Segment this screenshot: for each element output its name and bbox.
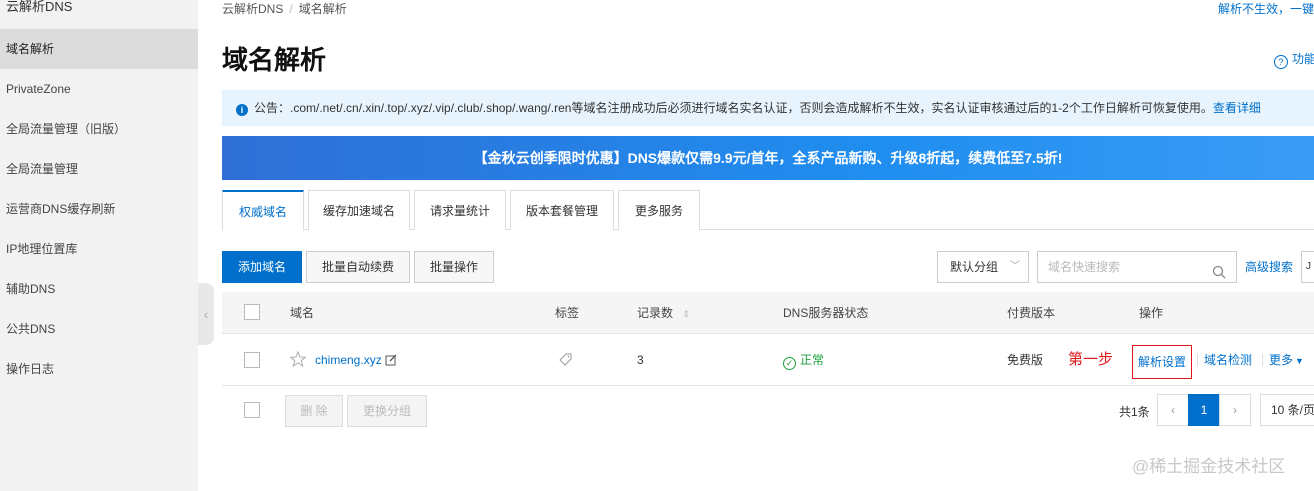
change-group-button[interactable]: 更换分组 <box>347 395 427 427</box>
sidebar-item-gtm[interactable]: 全局流量管理 <box>0 149 198 189</box>
tab-more-services[interactable]: 更多服务 <box>618 190 700 230</box>
breadcrumb: 云解析DNS / 域名解析 <box>222 0 347 17</box>
record-count: 3 <box>637 353 644 367</box>
column-header-tag: 标签 <box>555 306 580 320</box>
notice-details-link[interactable]: 查看详细 <box>1213 101 1261 115</box>
column-header-records[interactable]: 记录数 ⇕ <box>637 292 690 335</box>
table-row: chimeng.xyz 3 ✓ 正常 免费版 第一步 解析设置 域名检测 更多 ▼ <box>222 334 1314 386</box>
search-icon[interactable] <box>1212 260 1226 290</box>
action-divider <box>1197 354 1198 366</box>
domain-check-link[interactable]: 域名检测 <box>1204 334 1252 386</box>
delete-button[interactable]: 删 除 <box>285 395 343 427</box>
dns-status-text: 正常 <box>800 353 825 367</box>
footer-select-all-checkbox[interactable] <box>244 402 260 418</box>
page-button-current[interactable]: 1 <box>1188 394 1220 426</box>
add-domain-button[interactable]: 添加域名 <box>222 251 302 283</box>
watermark: @稀土掘金技术社区 <box>1132 457 1286 476</box>
edge-toolbar-button[interactable]: J <box>1301 251 1314 283</box>
action-divider <box>1262 354 1263 366</box>
app-root: 云解析DNS 域名解析 PrivateZone 全局流量管理（旧版） 全局流量管… <box>0 0 1314 491</box>
star-icon[interactable] <box>289 334 307 386</box>
chevron-left-icon: ‹ <box>203 306 209 322</box>
info-icon: i <box>236 104 248 116</box>
dns-status: ✓ 正常 <box>783 334 824 386</box>
help-link-label: 功能 <box>1292 52 1314 66</box>
check-circle-icon: ✓ <box>783 357 796 370</box>
chevron-down-icon: ﹀ <box>1010 261 1020 272</box>
troubleshoot-link[interactable]: 解析不生效，一键 <box>1218 0 1314 17</box>
column-header-edition: 付费版本 <box>1007 306 1056 320</box>
page-size-select[interactable]: 10 条/页 <box>1260 394 1314 426</box>
group-select-value: 默认分组 <box>950 260 999 274</box>
column-header-dns-status: DNS服务器状态 <box>783 306 869 320</box>
more-actions-menu[interactable]: 更多 ▼ <box>1269 334 1304 387</box>
more-actions-label: 更多 <box>1269 353 1294 367</box>
sidebar: 云解析DNS 域名解析 PrivateZone 全局流量管理（旧版） 全局流量管… <box>0 0 198 491</box>
total-count: 共1条 <box>1119 405 1150 419</box>
sort-icon[interactable]: ⇕ <box>682 309 690 319</box>
batch-auto-renew-button[interactable]: 批量自动续费 <box>306 251 410 283</box>
sidebar-item-gtm-legacy[interactable]: 全局流量管理（旧版） <box>0 109 198 149</box>
question-icon: ? <box>1274 55 1288 69</box>
sidebar-item-ip-geo[interactable]: IP地理位置库 <box>0 229 198 269</box>
breadcrumb-separator: / <box>289 2 293 16</box>
advanced-search-link[interactable]: 高级搜索 <box>1245 258 1293 275</box>
tab-request-stats[interactable]: 请求量统计 <box>414 190 506 230</box>
sidebar-item-public-dns[interactable]: 公共DNS <box>0 309 198 349</box>
domain-search-box <box>1037 251 1237 283</box>
breadcrumb-current: 域名解析 <box>298 2 347 16</box>
table-header: 域名 标签 记录数 ⇕ DNS服务器状态 付费版本 操作 <box>222 292 1314 334</box>
sidebar-item-operation-log[interactable]: 操作日志 <box>0 349 198 389</box>
group-select[interactable]: 默认分组 ﹀ <box>937 251 1029 283</box>
edit-icon[interactable] <box>385 334 397 386</box>
domain-name-link[interactable]: chimeng.xyz <box>315 334 382 386</box>
tab-bar: 权威域名 缓存加速域名 请求量统计 版本套餐管理 更多服务 <box>222 190 1314 231</box>
tag-icon[interactable] <box>559 334 572 386</box>
tab-edition-management[interactable]: 版本套餐管理 <box>510 190 614 230</box>
breadcrumb-root[interactable]: 云解析DNS <box>222 2 283 16</box>
sidebar-collapse-handle[interactable]: ‹ <box>198 283 214 345</box>
column-header-records-label: 记录数 <box>637 306 674 320</box>
select-all-checkbox[interactable] <box>244 304 260 320</box>
row-checkbox[interactable] <box>244 352 260 368</box>
notice-bar: i 公告：.com/.net/.cn/.xin/.top/.xyz/.vip/.c… <box>222 90 1314 126</box>
next-page-button[interactable]: › <box>1219 394 1251 426</box>
sidebar-item-isp-cache-refresh[interactable]: 运营商DNS缓存刷新 <box>0 189 198 229</box>
tab-cache-accel-domains[interactable]: 缓存加速域名 <box>308 190 410 230</box>
sidebar-title: 云解析DNS <box>6 0 73 14</box>
chevron-left-icon: ‹ <box>1171 403 1175 417</box>
column-header-domain: 域名 <box>290 306 315 320</box>
tab-authoritative-domains[interactable]: 权威域名 <box>222 190 304 231</box>
column-header-actions: 操作 <box>1139 306 1164 320</box>
sidebar-item-domain-resolve[interactable]: 域名解析 <box>0 29 198 69</box>
help-link[interactable]: ? 功能 <box>1274 50 1314 69</box>
chevron-right-icon: › <box>1233 403 1237 417</box>
sidebar-item-privatezone[interactable]: PrivateZone <box>0 69 198 109</box>
edition-value: 免费版 <box>1007 353 1044 367</box>
prev-page-button[interactable]: ‹ <box>1157 394 1189 426</box>
page-title: 域名解析 <box>222 45 327 75</box>
caret-down-icon: ▼ <box>1295 356 1304 366</box>
resolve-settings-link[interactable]: 解析设置 <box>1132 345 1192 379</box>
promo-banner[interactable]: 【金秋云创季限时优惠】DNS爆款仅需9.9元/首年，全系产品新购、升级8折起，续… <box>222 136 1314 180</box>
step-one-annotation: 第一步 <box>1068 351 1114 368</box>
sidebar-item-secondary-dns[interactable]: 辅助DNS <box>0 269 198 309</box>
notice-text: 公告：.com/.net/.cn/.xin/.top/.xyz/.vip/.cl… <box>254 101 1213 115</box>
domain-search-input[interactable] <box>1048 260 1208 274</box>
batch-operations-button[interactable]: 批量操作 <box>414 251 494 283</box>
